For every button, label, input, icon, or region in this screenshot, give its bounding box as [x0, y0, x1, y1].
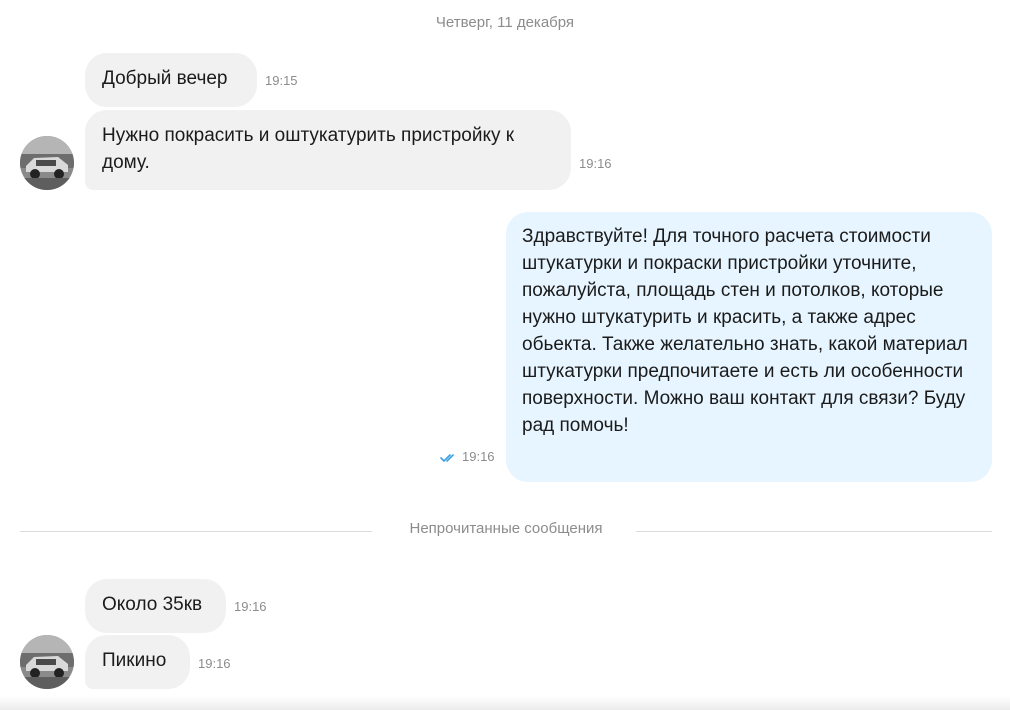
- message-text: Около 35кв: [102, 594, 203, 615]
- message-time: 19:15: [265, 73, 298, 88]
- sender-avatar[interactable]: [20, 635, 74, 689]
- message-text: Нужно покрасить и оштукатурить пристройк…: [102, 125, 515, 173]
- message-bubble-incoming[interactable]: Добрый вечер: [85, 53, 257, 107]
- message-time: 19:16: [579, 156, 612, 171]
- message-bubble-incoming[interactable]: Около 35кв: [85, 579, 226, 633]
- message-time: 19:16: [440, 449, 495, 464]
- message-text: Добрый вечер: [102, 68, 228, 89]
- chat-history[interactable]: Четверг, 11 декабря Добрый вечер 19:15 Н…: [0, 0, 1010, 710]
- scroll-fade: [0, 696, 1010, 710]
- separator-line-right: [636, 531, 992, 532]
- unread-separator: Непрочитанные сообщения: [20, 520, 992, 542]
- car-photo-avatar-icon: [20, 635, 74, 689]
- car-photo-avatar-icon: [20, 136, 74, 190]
- message-bubble-outgoing[interactable]: Здравствуйте! Для точного расчета стоимо…: [506, 212, 992, 482]
- double-check-icon: [440, 453, 454, 462]
- message-text: Здравствуйте! Для точного расчета стоимо…: [522, 226, 968, 436]
- message-text: Пикино: [102, 650, 167, 671]
- message-time-text: 19:16: [462, 449, 495, 464]
- message-bubble-incoming[interactable]: Нужно покрасить и оштукатурить пристройк…: [85, 110, 571, 190]
- date-separator: Четверг, 11 декабря: [435, 14, 575, 31]
- unread-separator-label: Непрочитанные сообщения: [409, 520, 603, 537]
- message-bubble-incoming[interactable]: Пикино: [85, 635, 190, 689]
- message-time: 19:16: [234, 599, 267, 614]
- message-time: 19:16: [198, 656, 231, 671]
- sender-avatar[interactable]: [20, 136, 74, 190]
